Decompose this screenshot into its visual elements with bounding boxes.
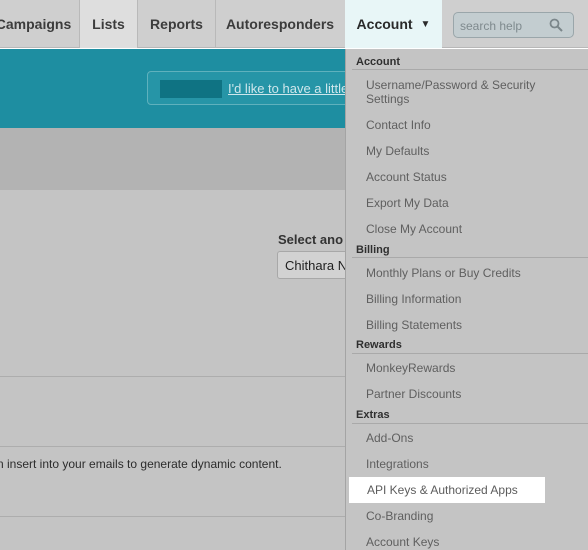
- menu-item-partner-discounts[interactable]: Partner Discounts: [366, 387, 581, 401]
- top-navigation: Campaigns Lists Reports Autoresponders A…: [0, 0, 588, 48]
- search-box: [453, 12, 574, 38]
- content-divider: [0, 376, 345, 377]
- menu-item-export-my-data[interactable]: Export My Data: [366, 196, 581, 210]
- menu-item-username-password[interactable]: Username/Password & Security Settings: [366, 78, 581, 106]
- menu-item-account-status[interactable]: Account Status: [366, 170, 581, 184]
- nav-reports-label: Reports: [150, 16, 203, 32]
- select-list-label: Select ano: [278, 232, 344, 247]
- nav-campaigns-label: Campaigns: [0, 16, 72, 32]
- section-divider: [352, 353, 588, 354]
- menu-item-close-my-account[interactable]: Close My Account: [366, 222, 581, 236]
- search-input[interactable]: [460, 17, 548, 34]
- content-divider: [0, 516, 345, 517]
- menu-item-integrations[interactable]: Integrations: [366, 457, 581, 471]
- nav-autoresponders[interactable]: Autoresponders: [216, 0, 344, 48]
- section-divider: [352, 69, 588, 70]
- menu-item-billing-information[interactable]: Billing Information: [366, 292, 581, 306]
- section-header-billing: Billing: [356, 244, 390, 256]
- section-header-extras: Extras: [356, 409, 390, 421]
- menu-item-contact-info[interactable]: Contact Info: [366, 118, 581, 132]
- menu-item-my-defaults[interactable]: My Defaults: [366, 144, 581, 158]
- menu-item-monthly-plans[interactable]: Monthly Plans or Buy Credits: [366, 266, 581, 280]
- account-dropdown-menu: Account Username/Password & Security Set…: [345, 49, 588, 550]
- menu-item-api-keys[interactable]: API Keys & Authorized Apps: [349, 477, 545, 503]
- redacted-text-block: [160, 80, 222, 98]
- section-divider: [352, 423, 588, 424]
- section-header-account: Account: [356, 56, 400, 68]
- merge-tags-description: n insert into your emails to generate dy…: [0, 457, 282, 471]
- menu-item-add-ons[interactable]: Add-Ons: [366, 431, 581, 445]
- menu-item-co-branding[interactable]: Co-Branding: [366, 509, 581, 523]
- content-divider: [0, 446, 345, 447]
- menu-item-billing-statements[interactable]: Billing Statements: [366, 318, 581, 332]
- nav-reports[interactable]: Reports: [138, 0, 216, 48]
- menu-item-account-keys[interactable]: Account Keys: [366, 535, 581, 549]
- search-icon[interactable]: [549, 18, 563, 32]
- nav-lists[interactable]: Lists: [80, 0, 138, 48]
- nav-account-label: Account: [356, 16, 413, 32]
- nav-campaigns[interactable]: Campaigns: [0, 0, 80, 48]
- caret-down-icon: ▼: [420, 18, 431, 30]
- section-divider: [352, 257, 588, 258]
- menu-item-monkey-rewards[interactable]: MonkeyRewards: [366, 361, 581, 375]
- nav-autoresponders-label: Autoresponders: [225, 16, 335, 32]
- feedback-notice: I'd like to have a little: [147, 71, 377, 105]
- nav-account-menu[interactable]: Account ▼: [345, 0, 442, 48]
- feedback-link[interactable]: I'd like to have a little: [228, 81, 348, 96]
- nav-lists-label: Lists: [92, 16, 125, 32]
- section-header-rewards: Rewards: [356, 339, 402, 351]
